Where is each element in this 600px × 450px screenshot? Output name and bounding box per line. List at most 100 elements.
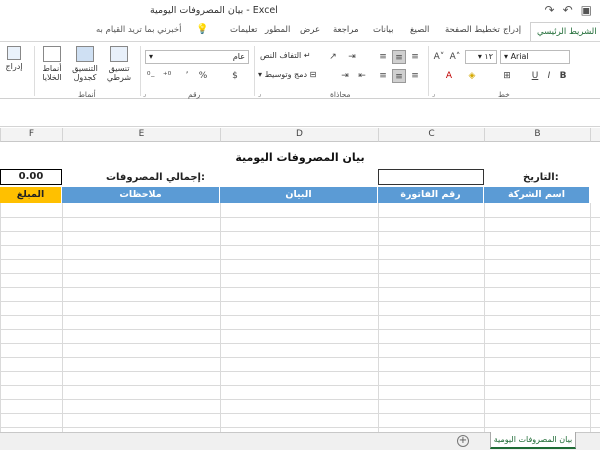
percent-icon[interactable]: %	[196, 69, 210, 83]
grid-row-line	[0, 343, 600, 344]
cell-styles-icon	[38, 46, 66, 64]
format-as-table-label: التنسيق كجدول	[72, 64, 98, 82]
orientation-icon[interactable]: ↗	[326, 50, 340, 64]
increase-indent-icon[interactable]: ⇥	[338, 69, 352, 83]
undo-icon[interactable]: ↶	[563, 3, 573, 17]
wrap-text-button[interactable]: التفاف النص ↵	[260, 51, 311, 60]
tab-developer[interactable]: المطور	[265, 25, 290, 35]
sheet-tab-active[interactable]: بيان المصروفات اليومية	[490, 432, 576, 449]
underline-button[interactable]: U	[528, 69, 542, 83]
column-header-f[interactable]: F	[0, 128, 62, 142]
align-middle-icon[interactable]: ≡	[392, 50, 406, 64]
tab-home[interactable]: الشريط الرئيسي	[530, 22, 600, 42]
grid-row-line	[0, 273, 600, 274]
grid-row-line	[0, 427, 600, 428]
merge-icon: ⊟	[309, 70, 317, 79]
lightbulb-icon: 💡	[196, 24, 209, 35]
grid-row-line	[0, 399, 600, 400]
ribbon-tabs: الشريط الرئيسي إدراج تخطيط الصفحة الصيغ …	[0, 22, 600, 42]
chevron-down-icon: ▾	[258, 70, 263, 79]
cell-styles-label: أنماط الخلايا	[42, 64, 62, 82]
header-description[interactable]: البيان	[220, 187, 378, 203]
number-format-value: عام	[232, 52, 245, 61]
grid-row-line	[0, 259, 600, 260]
number-format-combo[interactable]: ▾ عام	[145, 50, 249, 64]
font-name-combo[interactable]: ▾ Arial	[500, 50, 570, 64]
conditional-formatting-label: تنسيق شرطي	[106, 64, 132, 82]
grid-row-line	[0, 385, 600, 386]
column-header-a[interactable]	[590, 128, 600, 142]
fill-color-icon[interactable]: ◈	[465, 69, 479, 83]
increase-decimal-icon[interactable]: ⁺⁰	[160, 69, 174, 83]
sheet-tab-bar: + بيان المصروفات اليومية	[0, 432, 600, 450]
wrap-text-label: التفاف النص	[260, 51, 302, 60]
window-title: بيان المصروفات اليومية - Excel	[150, 5, 278, 16]
currency-icon[interactable]: $	[228, 69, 242, 83]
comma-icon[interactable]: ٬	[180, 69, 194, 83]
font-name-value: Arial	[510, 52, 529, 61]
conditional-formatting-button[interactable]: تنسيق شرطي	[104, 46, 134, 82]
header-invoice-number[interactable]: رقم الفاتورة	[378, 187, 484, 203]
increase-font-icon[interactable]: A˄	[448, 50, 462, 64]
align-center-icon[interactable]: ≡	[392, 69, 406, 83]
align-top-icon[interactable]: ≡	[408, 50, 422, 64]
format-as-table-button[interactable]: التنسيق كجدول	[68, 46, 102, 82]
decrease-font-icon[interactable]: A˅	[432, 50, 446, 64]
tab-insert[interactable]: إدراج	[503, 25, 521, 35]
add-sheet-icon[interactable]: +	[457, 435, 469, 447]
header-amount[interactable]: المبلغ	[0, 187, 62, 203]
text-direction-icon[interactable]: ⇥	[345, 50, 359, 64]
insert-cells-label: إدراج	[5, 62, 23, 71]
align-left-icon[interactable]: ≡	[376, 69, 390, 83]
decrease-decimal-icon[interactable]: ⁰₋	[144, 69, 158, 83]
align-bottom-icon[interactable]: ≡	[376, 50, 390, 64]
group-alignment-label: محاذاة	[330, 90, 351, 99]
tab-view[interactable]: عرض	[300, 25, 320, 35]
alignment-launcher-icon[interactable]: ⌟	[258, 90, 261, 98]
tab-review[interactable]: مراجعة	[333, 25, 359, 35]
font-color-icon[interactable]: A	[442, 69, 456, 83]
column-header-d[interactable]: D	[220, 128, 378, 142]
merge-center-button[interactable]: ▾ دمج وتوسيط ⊟	[258, 70, 316, 79]
grid-row-line	[0, 287, 600, 288]
header-company-name[interactable]: اسم الشركة	[484, 187, 590, 203]
grid-row-line	[0, 315, 600, 316]
tab-page-layout[interactable]: تخطيط الصفحة	[445, 25, 500, 35]
grid-column-line	[590, 203, 591, 432]
font-size-combo[interactable]: ▾ ١٢	[465, 50, 497, 64]
chevron-down-icon: ▾	[149, 52, 154, 61]
tab-data[interactable]: بيانات	[373, 25, 393, 35]
italic-button[interactable]: I	[542, 69, 556, 83]
tell-me-search[interactable]: أخبرني بما تريد القيام به	[96, 25, 181, 35]
grid-column-line	[484, 203, 485, 432]
column-header-c[interactable]: C	[378, 128, 484, 142]
tab-help[interactable]: تعليمات	[230, 25, 257, 35]
save-icon[interactable]: ▣	[581, 3, 592, 17]
column-header-e[interactable]: E	[62, 128, 220, 142]
divider	[428, 46, 429, 96]
divider	[254, 46, 255, 96]
divider	[140, 46, 141, 96]
decrease-indent-icon[interactable]: ⇤	[355, 69, 369, 83]
group-number-label: رقم	[188, 90, 201, 99]
number-launcher-icon[interactable]: ⌟	[143, 90, 146, 98]
quick-access-toolbar: ↷ ↶ ▣	[545, 3, 592, 17]
date-input-cell[interactable]	[378, 169, 484, 185]
worksheet[interactable]: بيان المصروفات اليومية التاريخ: إجمالي ا…	[0, 142, 600, 432]
merge-center-label: دمج وتوسيط	[264, 70, 308, 79]
header-notes[interactable]: ملاحظات	[62, 187, 220, 203]
bold-button[interactable]: B	[556, 69, 570, 83]
font-launcher-icon[interactable]: ⌟	[432, 90, 435, 98]
total-expenses-value[interactable]: 0.00	[0, 169, 62, 185]
date-label: التاريخ:	[523, 172, 559, 183]
cell-styles-button[interactable]: أنماط الخلايا	[38, 46, 66, 82]
divider	[34, 46, 35, 96]
grid-row-line	[0, 371, 600, 372]
borders-icon[interactable]: ⊞	[500, 69, 514, 83]
insert-cells-button[interactable]: إدراج	[2, 46, 26, 71]
column-header-b[interactable]: B	[484, 128, 590, 142]
align-right-icon[interactable]: ≡	[408, 69, 422, 83]
grid-row-line	[0, 329, 600, 330]
redo-icon[interactable]: ↷	[545, 3, 555, 17]
tab-formulas[interactable]: الصيغ	[410, 25, 429, 35]
